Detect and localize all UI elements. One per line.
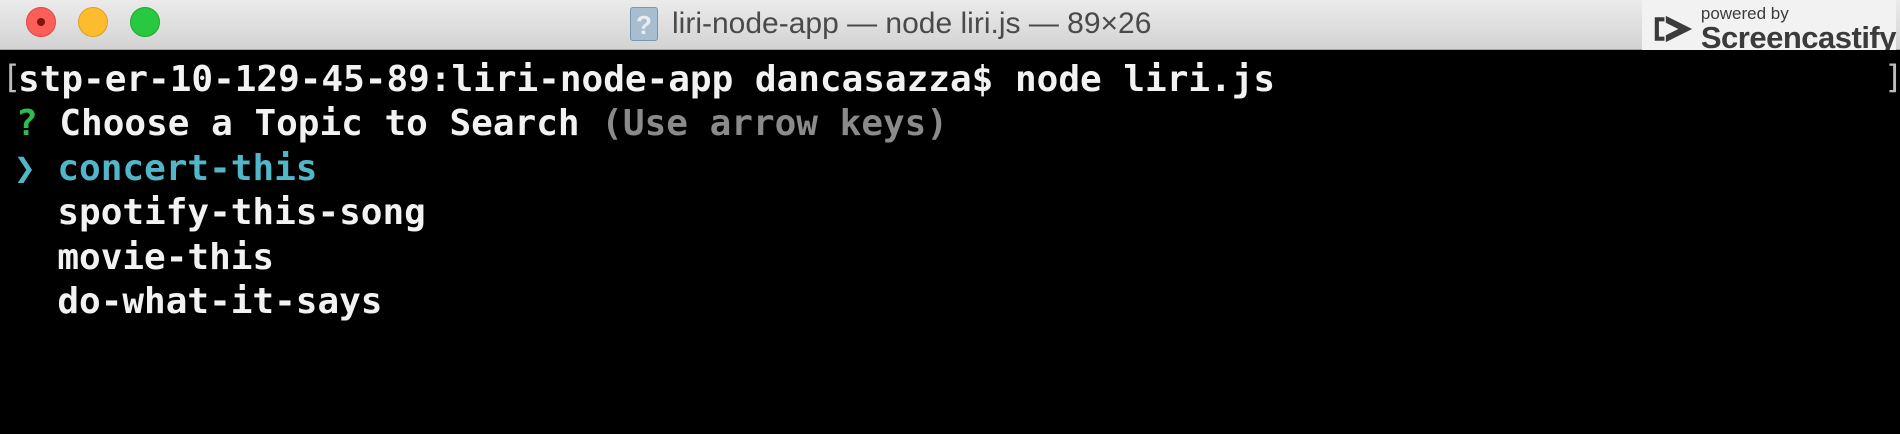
menu-option-concert-this[interactable]: ❯ concert-this: [14, 147, 317, 191]
question-text: Choose a Topic to Search: [59, 103, 580, 144]
menu-option-movie-this[interactable]: movie-this: [14, 236, 274, 280]
terminal-content[interactable]: [ ] stp-er-10-129-45-89:liri-node-app da…: [0, 50, 1900, 434]
question-hint: (Use arrow keys): [601, 103, 949, 144]
question-line: ? Choose a Topic to Search (Use arrow ke…: [16, 102, 948, 146]
terminal-window: ? liri-node-app — node liri.js — 89×26 p…: [0, 0, 1900, 434]
zoom-window-button[interactable]: [130, 7, 160, 37]
menu-option-do-what-it-says[interactable]: do-what-it-says: [14, 280, 382, 324]
shell-prompt-line: stp-er-10-129-45-89:liri-node-app dancas…: [18, 59, 1276, 100]
option-label: do-what-it-says: [57, 281, 383, 322]
selection-pointer-icon: ❯: [14, 148, 36, 189]
window-title: ? liri-node-app — node liri.js — 89×26: [630, 4, 1151, 44]
option-label: movie-this: [57, 237, 275, 278]
document-icon: ?: [630, 7, 658, 41]
option-label: spotify-this-song: [57, 192, 426, 233]
close-window-button[interactable]: [26, 7, 56, 37]
option-label: concert-this: [57, 148, 318, 189]
title-bar[interactable]: ? liri-node-app — node liri.js — 89×26: [0, 0, 1900, 50]
minimize-window-button[interactable]: [78, 7, 108, 37]
question-mark: ?: [16, 103, 38, 144]
watermark-text: powered by Screencastify: [1700, 5, 1897, 55]
window-title-text: liri-node-app — node liri.js — 89×26: [672, 7, 1152, 40]
watermark-brand: Screencastify: [1700, 20, 1897, 55]
scroll-mark-right: ]: [1884, 58, 1900, 96]
screencastify-logo-icon: [1654, 15, 1693, 43]
menu-option-spotify-this-song[interactable]: spotify-this-song: [14, 191, 426, 235]
